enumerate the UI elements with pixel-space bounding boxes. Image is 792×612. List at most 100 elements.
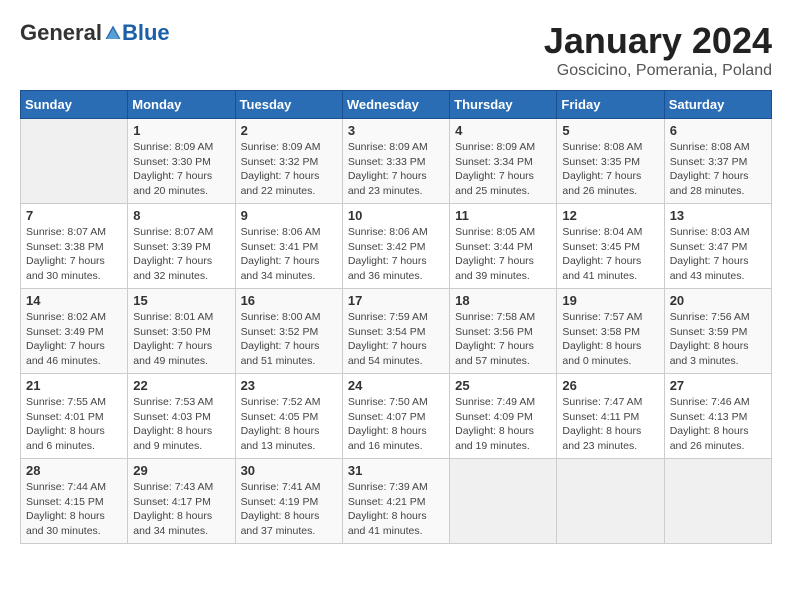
day-info: Sunrise: 8:06 AM Sunset: 3:42 PM Dayligh… [348, 225, 444, 284]
calendar-cell: 18 Sunrise: 7:58 AM Sunset: 3:56 PM Dayli… [450, 289, 557, 374]
day-info: Sunrise: 8:09 AM Sunset: 3:34 PM Dayligh… [455, 140, 551, 199]
day-number: 6 [670, 123, 766, 138]
day-number: 28 [26, 463, 122, 478]
calendar-cell: 23Sunrise: 7:52 AM Sunset: 4:05 PM Dayli… [235, 374, 342, 459]
day-header-sunday: Sunday [21, 91, 128, 119]
day-info: Sunrise: 7:41 AM Sunset: 4:19 PM Dayligh… [241, 480, 337, 539]
calendar-cell: 1 Sunrise: 8:09 AM Sunset: 3:30 PM Daylig… [128, 119, 235, 204]
day-number: 29 [133, 463, 229, 478]
calendar-cell: 19Sunrise: 7:57 AM Sunset: 3:58 PM Dayli… [557, 289, 664, 374]
day-header-wednesday: Wednesday [342, 91, 449, 119]
calendar-cell: 25 Sunrise: 7:49 AM Sunset: 4:09 PM Dayli… [450, 374, 557, 459]
day-info: Sunrise: 7:53 AM Sunset: 4:03 PM Dayligh… [133, 395, 229, 454]
day-header-tuesday: Tuesday [235, 91, 342, 119]
day-info: Sunrise: 7:59 AM Sunset: 3:54 PM Dayligh… [348, 310, 444, 369]
calendar-table: SundayMondayTuesdayWednesdayThursdayFrid… [20, 90, 772, 544]
calendar-cell [21, 119, 128, 204]
day-number: 10 [348, 208, 444, 223]
day-number: 16 [241, 293, 337, 308]
calendar-cell: 16 Sunrise: 8:00 AM Sunset: 3:52 PM Dayli… [235, 289, 342, 374]
calendar-cell: 12 Sunrise: 8:04 AM Sunset: 3:45 PM Dayli… [557, 204, 664, 289]
calendar-cell: 28 Sunrise: 7:44 AM Sunset: 4:15 PM Dayli… [21, 459, 128, 544]
day-info: Sunrise: 8:05 AM Sunset: 3:44 PM Dayligh… [455, 225, 551, 284]
day-number: 23 [241, 378, 337, 393]
day-info: Sunrise: 8:08 AM Sunset: 3:37 PM Dayligh… [670, 140, 766, 199]
calendar-cell: 24 Sunrise: 7:50 AM Sunset: 4:07 PM Dayli… [342, 374, 449, 459]
day-info: Sunrise: 7:58 AM Sunset: 3:56 PM Dayligh… [455, 310, 551, 369]
calendar-week-row: 28 Sunrise: 7:44 AM Sunset: 4:15 PM Dayli… [21, 459, 772, 544]
day-number: 27 [670, 378, 766, 393]
day-number: 5 [562, 123, 658, 138]
calendar-cell: 9 Sunrise: 8:06 AM Sunset: 3:41 PM Daylig… [235, 204, 342, 289]
day-info: Sunrise: 7:56 AM Sunset: 3:59 PM Dayligh… [670, 310, 766, 369]
day-info: Sunrise: 7:43 AM Sunset: 4:17 PM Dayligh… [133, 480, 229, 539]
day-info: Sunrise: 7:50 AM Sunset: 4:07 PM Dayligh… [348, 395, 444, 454]
calendar-cell: 27Sunrise: 7:46 AM Sunset: 4:13 PM Dayli… [664, 374, 771, 459]
calendar-cell: 17 Sunrise: 7:59 AM Sunset: 3:54 PM Dayli… [342, 289, 449, 374]
calendar-cell: 26 Sunrise: 7:47 AM Sunset: 4:11 PM Dayli… [557, 374, 664, 459]
day-header-thursday: Thursday [450, 91, 557, 119]
calendar-location: Goscicino, Pomerania, Poland [544, 62, 772, 80]
day-number: 19 [562, 293, 658, 308]
calendar-cell [664, 459, 771, 544]
day-info: Sunrise: 7:47 AM Sunset: 4:11 PM Dayligh… [562, 395, 658, 454]
calendar-week-row: 21Sunrise: 7:55 AM Sunset: 4:01 PM Dayli… [21, 374, 772, 459]
day-number: 1 [133, 123, 229, 138]
day-number: 26 [562, 378, 658, 393]
calendar-cell: 7Sunrise: 8:07 AM Sunset: 3:38 PM Daylig… [21, 204, 128, 289]
day-info: Sunrise: 8:03 AM Sunset: 3:47 PM Dayligh… [670, 225, 766, 284]
calendar-cell: 29 Sunrise: 7:43 AM Sunset: 4:17 PM Dayli… [128, 459, 235, 544]
day-number: 30 [241, 463, 337, 478]
calendar-cell: 11 Sunrise: 8:05 AM Sunset: 3:44 PM Dayli… [450, 204, 557, 289]
calendar-title: January 2024 [544, 20, 772, 62]
day-header-saturday: Saturday [664, 91, 771, 119]
day-number: 31 [348, 463, 444, 478]
day-number: 4 [455, 123, 551, 138]
day-info: Sunrise: 7:39 AM Sunset: 4:21 PM Dayligh… [348, 480, 444, 539]
day-number: 25 [455, 378, 551, 393]
day-info: Sunrise: 8:08 AM Sunset: 3:35 PM Dayligh… [562, 140, 658, 199]
day-number: 13 [670, 208, 766, 223]
logo-icon [104, 24, 122, 42]
day-info: Sunrise: 8:06 AM Sunset: 3:41 PM Dayligh… [241, 225, 337, 284]
calendar-cell: 10 Sunrise: 8:06 AM Sunset: 3:42 PM Dayli… [342, 204, 449, 289]
calendar-cell: 21Sunrise: 7:55 AM Sunset: 4:01 PM Dayli… [21, 374, 128, 459]
day-info: Sunrise: 7:44 AM Sunset: 4:15 PM Dayligh… [26, 480, 122, 539]
calendar-cell: 14Sunrise: 8:02 AM Sunset: 3:49 PM Dayli… [21, 289, 128, 374]
calendar-week-row: 7Sunrise: 8:07 AM Sunset: 3:38 PM Daylig… [21, 204, 772, 289]
day-number: 18 [455, 293, 551, 308]
day-info: Sunrise: 8:00 AM Sunset: 3:52 PM Dayligh… [241, 310, 337, 369]
day-info: Sunrise: 8:07 AM Sunset: 3:39 PM Dayligh… [133, 225, 229, 284]
calendar-cell: 3 Sunrise: 8:09 AM Sunset: 3:33 PM Daylig… [342, 119, 449, 204]
page-header: General Blue January 2024 Goscicino, Pom… [20, 20, 772, 80]
day-number: 3 [348, 123, 444, 138]
day-header-monday: Monday [128, 91, 235, 119]
calendar-cell: 5 Sunrise: 8:08 AM Sunset: 3:35 PM Daylig… [557, 119, 664, 204]
day-info: Sunrise: 7:49 AM Sunset: 4:09 PM Dayligh… [455, 395, 551, 454]
day-info: Sunrise: 8:09 AM Sunset: 3:32 PM Dayligh… [241, 140, 337, 199]
day-number: 20 [670, 293, 766, 308]
logo-blue-text: Blue [122, 20, 170, 46]
day-number: 12 [562, 208, 658, 223]
calendar-cell: 13 Sunrise: 8:03 AM Sunset: 3:47 PM Dayli… [664, 204, 771, 289]
day-number: 15 [133, 293, 229, 308]
day-info: Sunrise: 8:09 AM Sunset: 3:33 PM Dayligh… [348, 140, 444, 199]
day-info: Sunrise: 8:01 AM Sunset: 3:50 PM Dayligh… [133, 310, 229, 369]
day-info: Sunrise: 8:09 AM Sunset: 3:30 PM Dayligh… [133, 140, 229, 199]
day-number: 24 [348, 378, 444, 393]
day-info: Sunrise: 8:04 AM Sunset: 3:45 PM Dayligh… [562, 225, 658, 284]
day-number: 2 [241, 123, 337, 138]
day-number: 8 [133, 208, 229, 223]
day-number: 11 [455, 208, 551, 223]
day-info: Sunrise: 8:02 AM Sunset: 3:49 PM Dayligh… [26, 310, 122, 369]
title-block: January 2024 Goscicino, Pomerania, Polan… [544, 20, 772, 80]
day-number: 17 [348, 293, 444, 308]
day-header-friday: Friday [557, 91, 664, 119]
day-info: Sunrise: 8:07 AM Sunset: 3:38 PM Dayligh… [26, 225, 122, 284]
day-number: 9 [241, 208, 337, 223]
calendar-cell: 8 Sunrise: 8:07 AM Sunset: 3:39 PM Daylig… [128, 204, 235, 289]
calendar-cell: 4 Sunrise: 8:09 AM Sunset: 3:34 PM Daylig… [450, 119, 557, 204]
day-number: 21 [26, 378, 122, 393]
calendar-cell: 6 Sunrise: 8:08 AM Sunset: 3:37 PM Daylig… [664, 119, 771, 204]
calendar-header-row: SundayMondayTuesdayWednesdayThursdayFrid… [21, 91, 772, 119]
